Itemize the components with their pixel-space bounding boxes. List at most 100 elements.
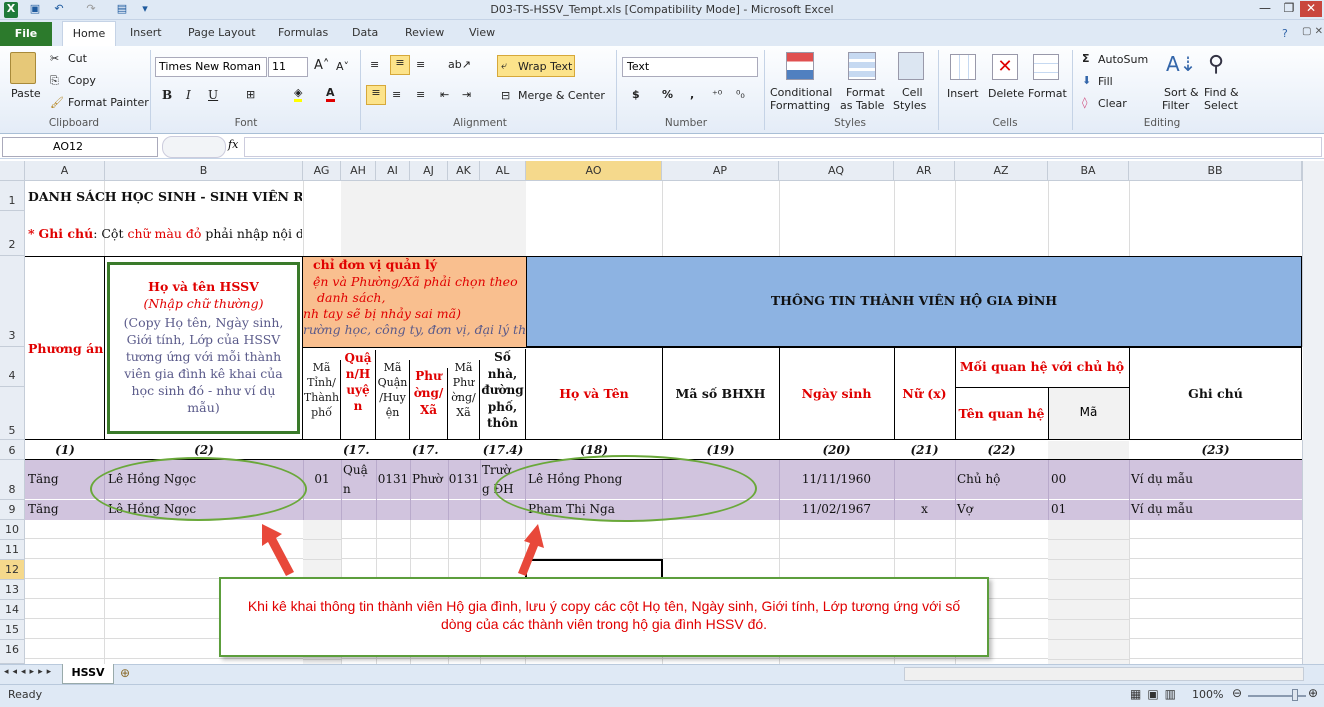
row-header-6[interactable]: 6 [0,440,25,460]
ribbon-minimize-icon[interactable]: ▢ ✕ [1302,26,1323,37]
orientation-icon[interactable]: ab↗ [448,58,471,71]
copy-button[interactable]: Copy [68,74,96,87]
merge-center-icon[interactable]: ⊟ [501,89,510,102]
col-header-AG[interactable]: AG [303,161,341,181]
sort-filter-icon[interactable]: A⇣ [1166,52,1196,76]
underline-button[interactable]: U [208,88,218,102]
col-header-AI[interactable]: AI [376,161,410,181]
row-header-14[interactable]: 14 [0,600,25,620]
font-name-select[interactable]: Times New Roman [155,57,267,77]
increase-decimal-icon[interactable]: ⁺⁰ [712,88,722,101]
sort-filter-label[interactable]: Sort & [1164,86,1199,99]
row-header-11[interactable]: 11 [0,540,25,560]
row-header-15[interactable]: 15 [0,620,25,640]
name-box[interactable]: AO12 [2,137,158,157]
conditional-formatting-icon[interactable] [786,52,814,80]
find-select-label[interactable]: Find & [1204,86,1239,99]
tab-file[interactable]: File [0,22,52,46]
help-icon[interactable]: ? [1282,27,1288,40]
align-top-icon[interactable]: ≡ [370,58,379,71]
cell-styles-label[interactable]: Cell [902,86,923,99]
row-header-8[interactable]: 8 [0,460,25,500]
horizontal-scrollbar[interactable] [904,667,1304,681]
fill-button[interactable]: Fill [1098,75,1113,88]
paste-button[interactable]: Paste [11,87,41,100]
currency-button[interactable]: $ [632,88,640,101]
row-header-4[interactable]: 4 [0,347,25,387]
format-as-table-label[interactable]: Format [846,86,885,99]
row-header-2[interactable]: 2 [0,211,25,256]
col-header-A[interactable]: A [25,161,105,181]
row-header-9[interactable]: 9 [0,500,25,520]
align-middle-icon[interactable]: ≡ [390,55,410,75]
insert-cells-icon[interactable] [950,54,976,80]
merge-center-button[interactable]: Merge & Center [518,89,605,102]
tab-page-layout[interactable]: Page Layout [188,26,256,39]
decrease-decimal-icon[interactable]: ⁰₀ [736,88,745,101]
col-header-BB[interactable]: BB [1129,161,1302,181]
percent-button[interactable]: % [662,88,673,101]
tab-review[interactable]: Review [405,26,444,39]
tab-view[interactable]: View [469,26,495,39]
view-buttons-icon[interactable]: ▦▣▥ [1130,687,1182,701]
cell-styles-icon[interactable] [898,52,924,80]
increase-indent-icon[interactable]: ⇥ [462,88,471,101]
minimize-icon[interactable]: — [1254,1,1276,17]
cell-styles-label2[interactable]: Styles [893,99,926,112]
conditional-formatting-label[interactable]: Conditional [770,86,832,99]
format-as-table-icon[interactable] [848,52,876,80]
cut-button[interactable]: Cut [68,52,87,65]
zoom-level[interactable]: 100% [1192,688,1223,701]
comma-button[interactable]: , [690,88,694,101]
borders-icon[interactable]: ⊞ [246,88,255,101]
number-format-select[interactable]: Text [622,57,758,77]
col-header-AZ[interactable]: AZ [955,161,1048,181]
row-header-16[interactable]: 16 [0,640,25,664]
select-all-corner[interactable] [0,161,25,181]
align-right-icon[interactable]: ≡ [416,88,425,101]
insert-button[interactable]: Insert [947,87,979,100]
delete-cells-icon[interactable]: ✕ [992,54,1018,80]
format-as-table-label2[interactable]: as Table [840,99,884,112]
row-header-13[interactable]: 13 [0,580,25,600]
zoom-out-icon[interactable]: ⊖ [1232,686,1242,700]
clear-button[interactable]: Clear [1098,97,1127,110]
col-header-AP[interactable]: AP [662,161,779,181]
zoom-in-icon[interactable]: ⊕ [1308,686,1318,700]
restore-icon[interactable]: ❐ [1278,1,1300,17]
row-header-1[interactable]: 1 [0,181,25,211]
tab-home[interactable]: Home [62,21,116,47]
find-select-label2[interactable]: Select [1204,99,1238,112]
copy-icon[interactable]: ⎘ [50,74,59,88]
italic-button[interactable]: I [186,88,191,102]
align-center-icon[interactable]: ≡ [392,88,401,101]
vertical-scrollbar[interactable] [1302,161,1324,664]
close-icon[interactable]: ✕ [1300,1,1322,17]
format-cells-icon[interactable] [1033,54,1059,80]
tab-insert[interactable]: Insert [130,26,162,39]
paste-icon[interactable] [10,52,36,84]
fill-color-icon[interactable]: ◈ [294,86,303,102]
zoom-slider-thumb[interactable] [1292,689,1298,701]
align-bottom-icon[interactable]: ≡ [416,58,425,71]
decrease-indent-icon[interactable]: ⇤ [440,88,449,101]
col-header-BA[interactable]: BA [1048,161,1129,181]
format-painter-button[interactable]: Format Painter [68,96,149,109]
sort-filter-label2[interactable]: Filter [1162,99,1189,112]
fill-icon[interactable]: ⬇ [1082,74,1091,87]
grow-font-icon[interactable]: A˄ [314,58,329,73]
col-header-AL[interactable]: AL [480,161,526,181]
bold-button[interactable]: B [162,88,172,102]
row-header-10[interactable]: 10 [0,520,25,540]
col-header-AH[interactable]: AH [341,161,376,181]
row-header-12[interactable]: 12 [0,560,25,580]
col-header-B[interactable]: B [105,161,303,181]
align-left-icon[interactable]: ≡ [366,85,386,105]
autosum-icon[interactable]: Σ [1082,52,1090,65]
conditional-formatting-label2[interactable]: Formatting [770,99,830,112]
font-size-select[interactable]: 11 [268,57,308,77]
cut-icon[interactable]: ✂ [50,52,59,65]
sheet-tab-hssv[interactable]: HSSV [62,664,114,684]
find-select-icon[interactable]: ⚲ [1208,52,1224,77]
clear-icon[interactable]: ◊ [1082,96,1087,109]
